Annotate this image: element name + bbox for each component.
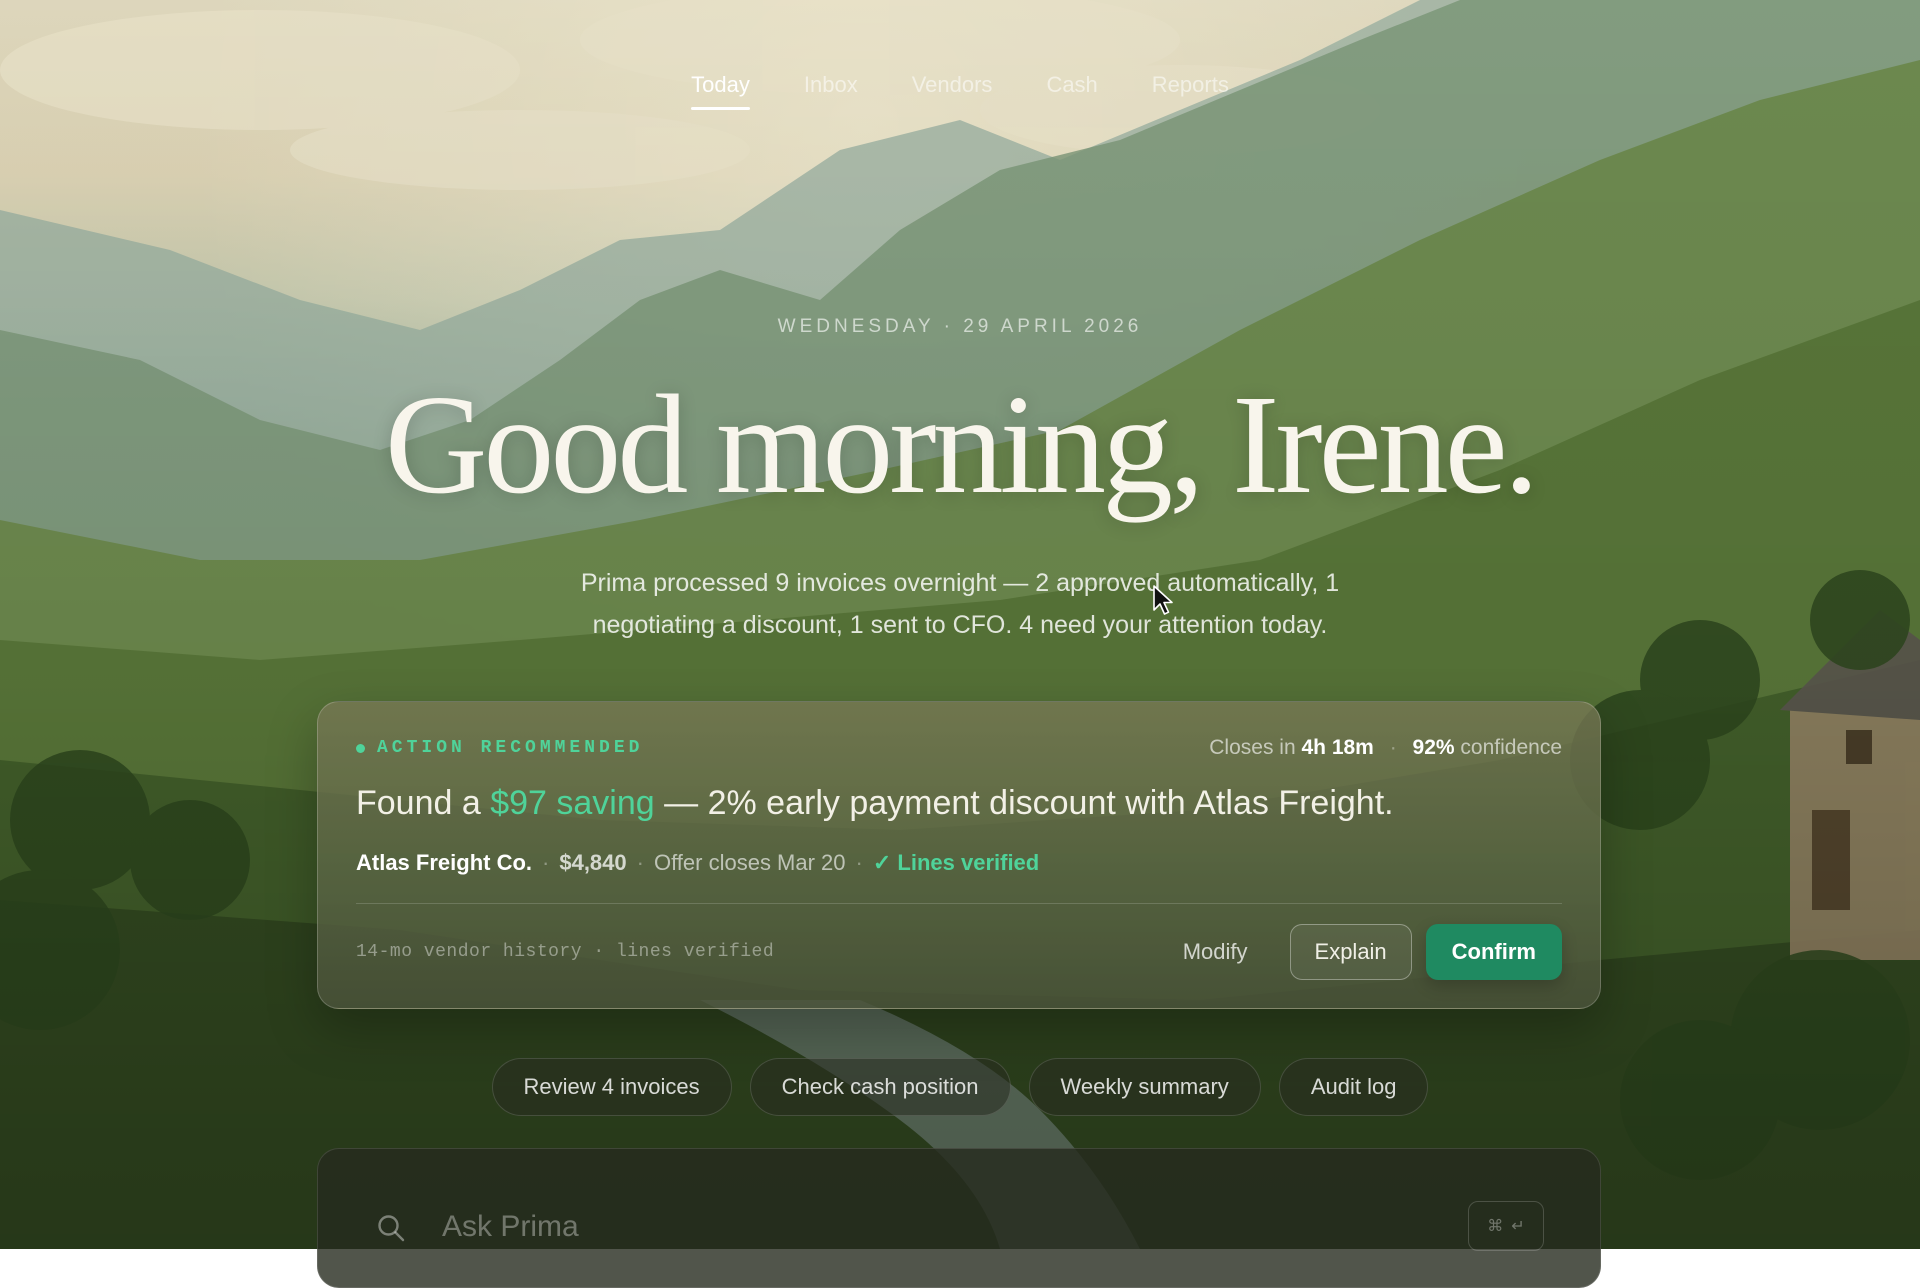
separator-dot: · <box>1389 736 1397 759</box>
saving-highlight: $97 saving <box>490 784 655 822</box>
title-prefix: Found a <box>356 784 481 822</box>
command-key-icon: ⌘ <box>1487 1218 1504 1235</box>
offer-deadline: Offer closes Mar 20 <box>653 850 846 875</box>
top-nav: Today Inbox Vendors Cash Reports <box>0 72 1920 110</box>
card-divider <box>356 903 1562 904</box>
explain-button[interactable]: Explain <box>1289 924 1412 980</box>
separator-dot: · <box>636 850 644 875</box>
card-deadline-confidence: Closes in 4h 18m · 92% confidence <box>1209 736 1562 760</box>
chip-review-invoices[interactable]: Review 4 invoices <box>491 1058 732 1116</box>
overnight-summary: Prima processed 9 invoices overnight — 2… <box>580 569 1340 639</box>
confidence-label: confidence <box>1460 736 1562 759</box>
mouse-pointer-icon <box>1152 584 1174 621</box>
ask-input[interactable] <box>440 1201 1344 1253</box>
invoice-amount: $4,840 <box>559 850 627 875</box>
card-actions: Modify Explain Confirm <box>1155 924 1562 980</box>
nav-tab-inbox[interactable]: Inbox <box>804 72 858 110</box>
date-label: WEDNESDAY · 29 APRIL 2026 <box>777 316 1143 337</box>
nav-tab-today[interactable]: Today <box>691 72 750 110</box>
nav-tab-vendors[interactable]: Vendors <box>912 72 993 110</box>
vendor-history-note: 14-mo vendor history · lines verified <box>356 942 775 962</box>
nav-tab-reports[interactable]: Reports <box>1152 72 1229 110</box>
card-meta-row: Atlas Freight Co. · $4,840 · Offer close… <box>356 850 1039 876</box>
ask-bar: ⌘ ↵ <box>317 1148 1601 1288</box>
status-dot-icon <box>356 743 365 753</box>
closes-prefix: Closes in <box>1209 736 1296 759</box>
search-icon <box>376 1213 406 1248</box>
quick-actions: Review 4 invoices Check cash position We… <box>0 1058 1920 1116</box>
action-badge: ACTION RECOMMENDED <box>356 738 643 758</box>
chip-weekly-summary[interactable]: Weekly summary <box>1028 1058 1261 1116</box>
lines-verified-badge: ✓ Lines verified <box>872 850 1040 875</box>
closes-time: 4h 18m <box>1301 736 1374 759</box>
modify-button[interactable]: Modify <box>1155 924 1276 980</box>
vendor-name: Atlas Freight Co. <box>356 850 533 875</box>
confirm-button[interactable]: Confirm <box>1425 924 1562 980</box>
title-suffix: — 2% early payment discount with Atlas F… <box>664 784 1394 822</box>
submit-shortcut-hint: ⌘ ↵ <box>1468 1201 1544 1251</box>
chip-check-cash-position[interactable]: Check cash position <box>749 1058 1011 1116</box>
card-title: Found a $97 saving — 2% early payment di… <box>356 784 1394 823</box>
separator-dot: · <box>855 850 863 875</box>
confidence-value: 92% <box>1412 736 1455 759</box>
nav-tab-cash[interactable]: Cash <box>1046 72 1097 110</box>
action-card: ACTION RECOMMENDED Closes in 4h 18m · 92… <box>317 701 1601 1009</box>
enter-key-icon: ↵ <box>1511 1218 1525 1235</box>
chip-audit-log[interactable]: Audit log <box>1278 1058 1429 1116</box>
separator-dot: · <box>542 850 550 875</box>
greeting-headline: Good morning, Irene. <box>384 365 1539 523</box>
action-badge-label: ACTION RECOMMENDED <box>377 738 644 758</box>
